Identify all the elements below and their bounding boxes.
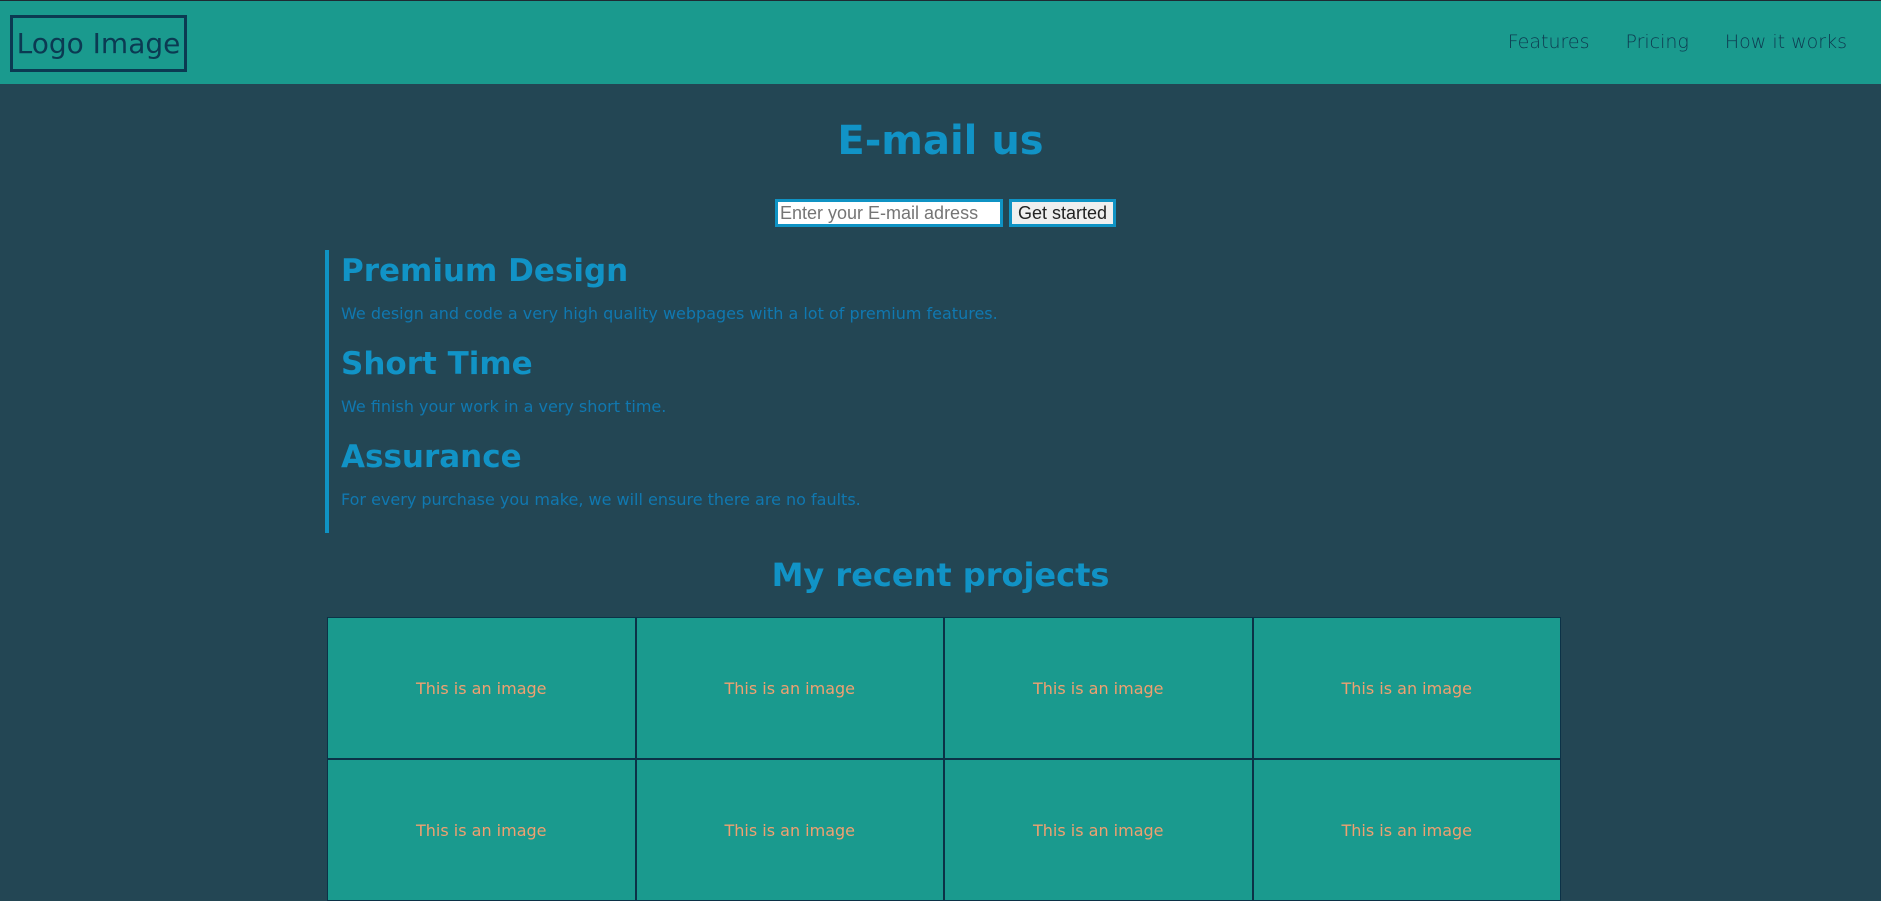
feature-premium-design: Premium Design We design and code a very… — [341, 250, 998, 324]
project-image[interactable]: This is an image — [635, 759, 944, 901]
email-input[interactable] — [775, 199, 1003, 227]
project-image[interactable]: This is an image — [1252, 759, 1561, 901]
feature-assurance: Assurance For every purchase you make, w… — [341, 436, 998, 510]
logo[interactable]: Logo Image — [10, 15, 187, 72]
nav-link-how-it-works[interactable]: How it works — [1725, 31, 1847, 53]
nav-link-pricing[interactable]: Pricing — [1625, 31, 1688, 53]
project-image[interactable]: This is an image — [327, 617, 636, 759]
project-image[interactable]: This is an image — [944, 617, 1253, 759]
feature-title: Assurance — [341, 439, 522, 475]
projects-grid: This is an image This is an image This i… — [327, 617, 1561, 901]
site-header: Logo Image Features Pricing How it works — [0, 0, 1881, 84]
feature-text: We finish your work in a very short time… — [341, 397, 667, 416]
email-form: Get started — [775, 199, 1117, 227]
feature-title: Premium Design — [341, 253, 629, 289]
nav-link-features[interactable]: Features — [1508, 31, 1590, 53]
project-image[interactable]: This is an image — [327, 759, 636, 901]
project-image[interactable]: This is an image — [1252, 617, 1561, 759]
projects-heading: My recent projects — [771, 556, 1110, 594]
feature-title: Short Time — [341, 346, 533, 382]
project-image[interactable]: This is an image — [944, 759, 1253, 901]
project-image[interactable]: This is an image — [635, 617, 944, 759]
feature-text: For every purchase you make, we will ens… — [341, 490, 861, 509]
feature-short-time: Short Time We finish your work in a very… — [341, 343, 998, 417]
get-started-button[interactable]: Get started — [1009, 199, 1117, 227]
email-heading: E-mail us — [837, 118, 1044, 164]
features-section: Premium Design We design and code a very… — [325, 250, 998, 533]
feature-text: We design and code a very high quality w… — [341, 304, 998, 323]
nav: Features Pricing How it works — [1508, 31, 1847, 53]
